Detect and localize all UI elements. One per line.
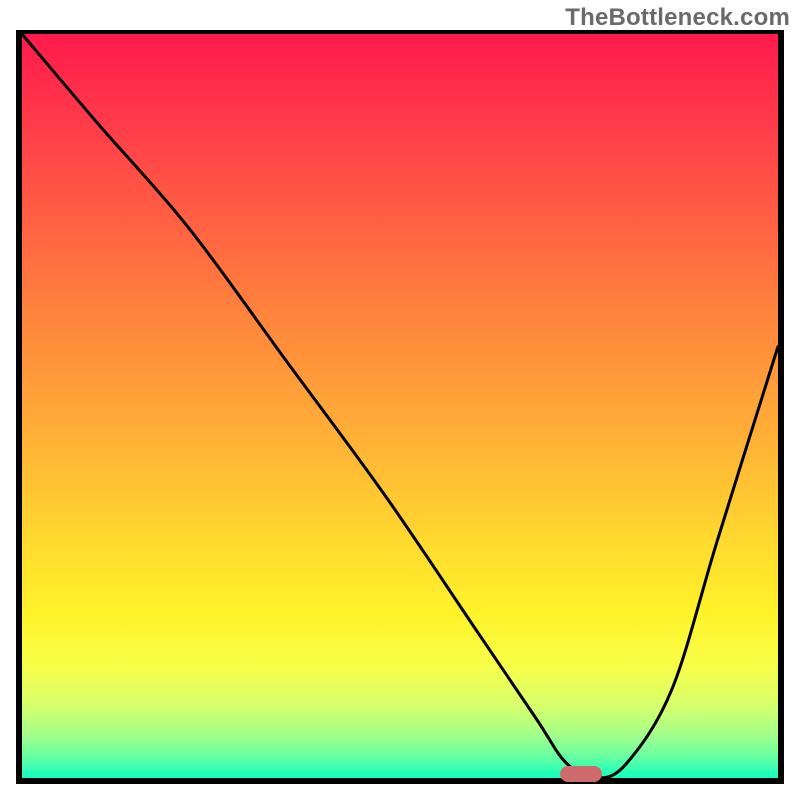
bottleneck-curve — [22, 34, 778, 778]
watermark-text: TheBottleneck.com — [565, 4, 790, 32]
chart-canvas: TheBottleneck.com — [0, 0, 800, 800]
optimal-marker — [560, 766, 602, 782]
plot-frame — [16, 30, 784, 784]
plot-area — [22, 34, 778, 778]
